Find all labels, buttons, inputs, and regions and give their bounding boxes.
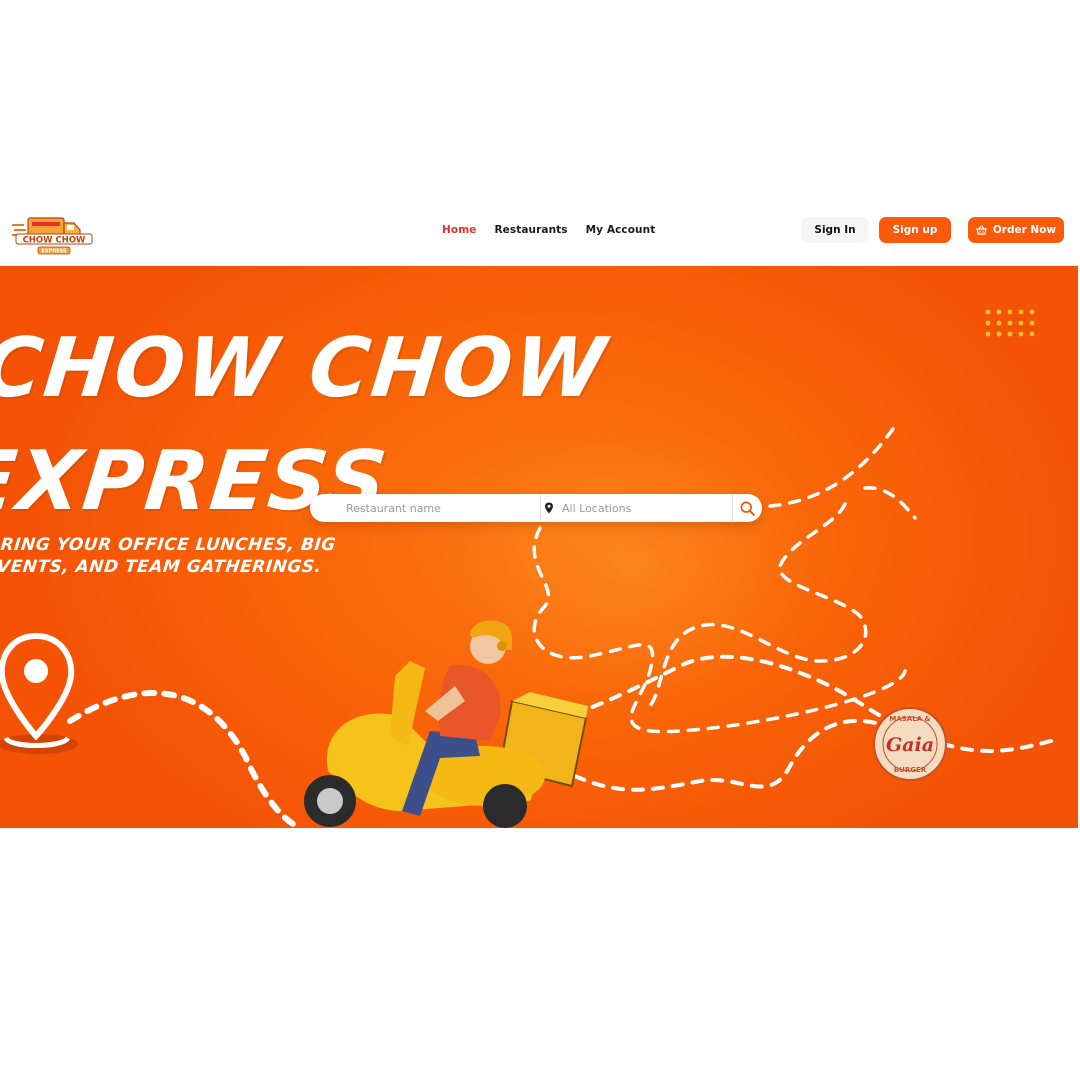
logo-text-top: CHOW CHOW bbox=[23, 236, 86, 246]
nav-link-home[interactable]: Home bbox=[442, 224, 476, 236]
main-nav: Home Restaurants My Account bbox=[442, 224, 655, 236]
hero-subtitle-line2: EVENTS, AND TEAM GATHERINGS. bbox=[0, 557, 323, 577]
brand-logo[interactable]: CHOW CHOW EXPRESS bbox=[10, 213, 96, 259]
search-submit-button[interactable] bbox=[732, 494, 762, 522]
dot-pattern-decoration bbox=[985, 309, 1035, 337]
sign-in-label: Sign In bbox=[814, 224, 856, 236]
masala-gaia-burger-badge[interactable]: MASALA & Gaia BURGER bbox=[872, 706, 948, 782]
logo-text-bottom: EXPRESS bbox=[41, 249, 67, 255]
badge-top-text: MASALA & bbox=[889, 715, 930, 723]
hero-title-line1: CHOW CHOW bbox=[0, 321, 612, 416]
food-truck-logo-icon: CHOW CHOW EXPRESS bbox=[12, 217, 93, 255]
hero-banner: CHOW CHOW EXPRESS BRING YOUR OFFICE LUNC… bbox=[0, 266, 1078, 828]
search-bar bbox=[310, 494, 762, 522]
search-divider bbox=[540, 495, 541, 521]
sign-up-button[interactable]: Sign up bbox=[879, 217, 951, 243]
badge-main-text: Gaia bbox=[886, 734, 934, 756]
order-now-label: Order Now bbox=[992, 224, 1057, 236]
hero-subtitle: BRING YOUR OFFICE LUNCHES, BIG EVENTS, A… bbox=[0, 534, 337, 578]
badge-bottom-text: BURGER bbox=[894, 766, 927, 774]
sign-up-label: Sign up bbox=[892, 224, 938, 236]
nav-link-restaurants[interactable]: Restaurants bbox=[494, 224, 567, 236]
navbar: CHOW CHOW EXPRESS Home Restaurants My Ac… bbox=[0, 205, 1080, 265]
location-pin-icon bbox=[0, 632, 78, 754]
location-search-input[interactable] bbox=[560, 494, 729, 522]
basket-icon bbox=[976, 225, 987, 235]
nav-link-my-account[interactable]: My Account bbox=[586, 224, 656, 236]
sign-in-button[interactable]: Sign In bbox=[801, 217, 869, 243]
hero-subtitle-line1: BRING YOUR OFFICE LUNCHES, BIG bbox=[0, 535, 337, 555]
search-icon bbox=[740, 501, 755, 516]
restaurant-search-input[interactable] bbox=[344, 494, 540, 522]
map-pin-icon bbox=[545, 502, 553, 514]
delivery-rider-illustration bbox=[304, 620, 588, 828]
order-now-button[interactable]: Order Now bbox=[968, 217, 1064, 243]
